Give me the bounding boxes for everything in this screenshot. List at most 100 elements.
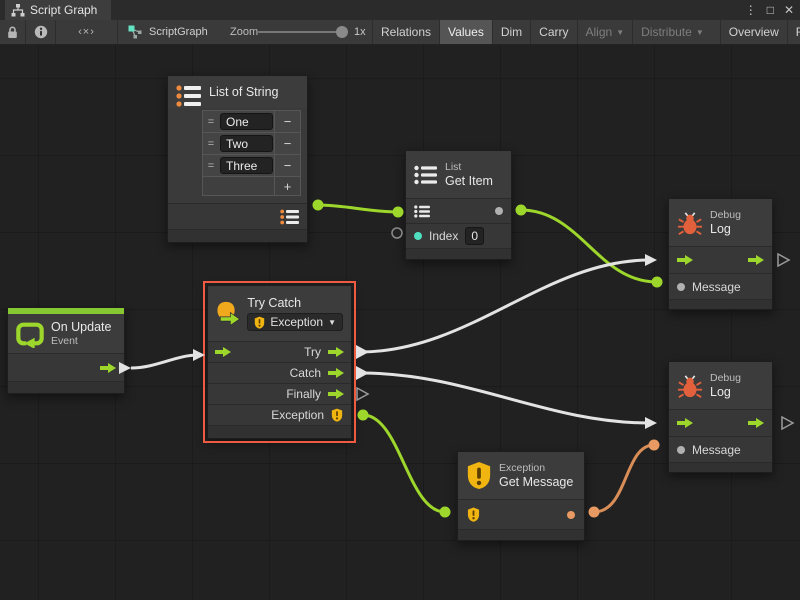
- node-title: Log: [710, 222, 741, 237]
- drag-handle-icon[interactable]: =: [203, 133, 219, 154]
- add-item-button[interactable]: +: [274, 177, 300, 195]
- remove-item-button[interactable]: −: [274, 111, 300, 132]
- item-output-port[interactable]: [495, 207, 503, 215]
- distribute-button[interactable]: Distribute▼: [632, 20, 712, 44]
- zoom-slider-knob[interactable]: [336, 26, 348, 38]
- node-category: List: [445, 161, 493, 174]
- drag-handle-icon[interactable]: =: [203, 155, 219, 176]
- message-output-port[interactable]: [567, 511, 575, 519]
- overview-button[interactable]: Overview: [720, 20, 787, 44]
- info-button[interactable]: [26, 20, 56, 44]
- graph-name-group: ScriptGraph: [128, 20, 208, 44]
- finally-output-port[interactable]: [328, 389, 344, 399]
- drag-handle-icon[interactable]: =: [203, 111, 219, 132]
- catch-output-port[interactable]: [328, 368, 344, 378]
- node-title: Log: [710, 385, 741, 400]
- info-icon: [34, 25, 48, 39]
- exception-output-port[interactable]: [331, 408, 343, 422]
- try-catch-icon: [216, 296, 240, 332]
- zoom-slider[interactable]: [258, 31, 346, 33]
- message-label: Message: [692, 443, 741, 457]
- remove-item-button[interactable]: −: [274, 133, 300, 154]
- wire-catch-to-debugbottom[interactable]: [360, 373, 650, 423]
- flow-handle-debugbottom-out-unconnected[interactable]: [782, 417, 793, 429]
- node-footer: [458, 529, 584, 540]
- node-title: Try Catch: [247, 296, 343, 311]
- wire-list-to-getitem[interactable]: [318, 205, 398, 212]
- flow-input-port[interactable]: [677, 418, 693, 428]
- wire-exception-to-getmessage[interactable]: [363, 415, 445, 512]
- exception-shield-icon: [254, 316, 265, 329]
- graph-name-label: ScriptGraph: [149, 26, 208, 38]
- try-output-port[interactable]: [328, 347, 344, 357]
- toolbar-button-group: Relations Values Dim Carry Align▼ Distri…: [372, 20, 800, 44]
- list-input-row: [406, 198, 511, 223]
- message-row: Message: [669, 273, 772, 299]
- node-title: Get Message: [499, 475, 573, 490]
- flow-output-port[interactable]: [100, 363, 116, 373]
- flow-output-port[interactable]: [748, 418, 764, 428]
- message-input-port[interactable]: [677, 283, 685, 291]
- flow-input-port[interactable]: [215, 347, 231, 357]
- node-title: Get Item: [445, 174, 493, 189]
- node-subtitle: Event: [51, 335, 111, 348]
- maximize-icon[interactable]: □: [767, 0, 774, 20]
- index-input-port[interactable]: [414, 232, 422, 240]
- exception-io-row: [458, 499, 584, 529]
- node-footer: [406, 248, 511, 259]
- wire-onupdate-to-trycatch[interactable]: [131, 355, 198, 368]
- flow-handle-finally-unconnected[interactable]: [357, 388, 368, 400]
- lock-button[interactable]: [0, 20, 26, 44]
- exception-type-dropdown[interactable]: Exception ▼: [247, 313, 343, 331]
- list-item-field[interactable]: One: [220, 113, 273, 130]
- window-menu-icon[interactable]: ⋮: [745, 0, 757, 20]
- remove-item-button[interactable]: −: [274, 155, 300, 176]
- list-icon: [414, 165, 438, 185]
- carry-button[interactable]: Carry: [530, 20, 576, 44]
- wire-try-to-debugtop[interactable]: [360, 260, 650, 352]
- message-input-port[interactable]: [677, 446, 685, 454]
- close-icon[interactable]: ✕: [784, 0, 794, 20]
- tab-script-graph[interactable]: Script Graph: [5, 0, 111, 20]
- chevron-down-icon: ▼: [328, 318, 336, 327]
- zoom-label: Zoom: [230, 20, 258, 44]
- align-button[interactable]: Align▼: [577, 20, 633, 44]
- zoom-value: 1x: [354, 20, 366, 44]
- list-output-port-icon[interactable]: [280, 209, 300, 225]
- chevron-down-icon: ▼: [696, 28, 704, 37]
- wire-getmessage-to-debug-message[interactable]: [594, 445, 654, 512]
- values-button[interactable]: Values: [439, 20, 492, 44]
- graph-canvas[interactable]: List of String = One − = Two − = Three −: [0, 45, 800, 600]
- exception-shield-icon: [466, 461, 492, 490]
- on-update-loop-icon: [16, 320, 44, 348]
- node-list-of-string[interactable]: List of String = One − = Two − = Three −: [167, 75, 308, 243]
- exception-input-port[interactable]: [467, 507, 480, 522]
- preview-code-button[interactable]: ‹×›: [56, 20, 118, 44]
- node-on-update[interactable]: On Update Event: [7, 307, 125, 394]
- index-label: Index: [429, 229, 458, 243]
- list-input-port-icon[interactable]: [414, 205, 431, 218]
- node-get-message[interactable]: Exception Get Message: [457, 451, 585, 541]
- node-get-item[interactable]: List Get Item Index 0: [405, 150, 512, 260]
- chevron-down-icon: ▼: [616, 28, 624, 37]
- node-debug-log-top[interactable]: Debug Log Message: [668, 198, 773, 310]
- tab-title: Script Graph: [30, 3, 97, 17]
- node-debug-log-bottom[interactable]: Debug Log Message: [668, 361, 773, 473]
- node-try-catch[interactable]: Try Catch Exception ▼ Try: [207, 285, 352, 439]
- graph-toolbar: ‹×› ScriptGraph Zoom 1x Relations Values…: [0, 20, 800, 45]
- fullscreen-button[interactable]: Full Screen: [787, 20, 800, 44]
- port-handle-index-unconnected[interactable]: [392, 228, 402, 238]
- flow-handle-debugtop-out-unconnected[interactable]: [778, 254, 789, 266]
- list-item-field[interactable]: Two: [220, 135, 273, 152]
- dim-button[interactable]: Dim: [492, 20, 530, 44]
- node-footer: [8, 381, 124, 393]
- list-item-field[interactable]: Three: [220, 157, 273, 174]
- exception-port-label: Exception: [271, 408, 324, 422]
- graph-hierarchy-icon: [11, 4, 25, 17]
- index-input-row: Index 0: [406, 223, 511, 248]
- exception-port-row: Exception: [208, 404, 351, 425]
- relations-button[interactable]: Relations: [372, 20, 439, 44]
- flow-output-port[interactable]: [748, 255, 764, 265]
- index-value-field[interactable]: 0: [465, 227, 484, 245]
- flow-input-port[interactable]: [677, 255, 693, 265]
